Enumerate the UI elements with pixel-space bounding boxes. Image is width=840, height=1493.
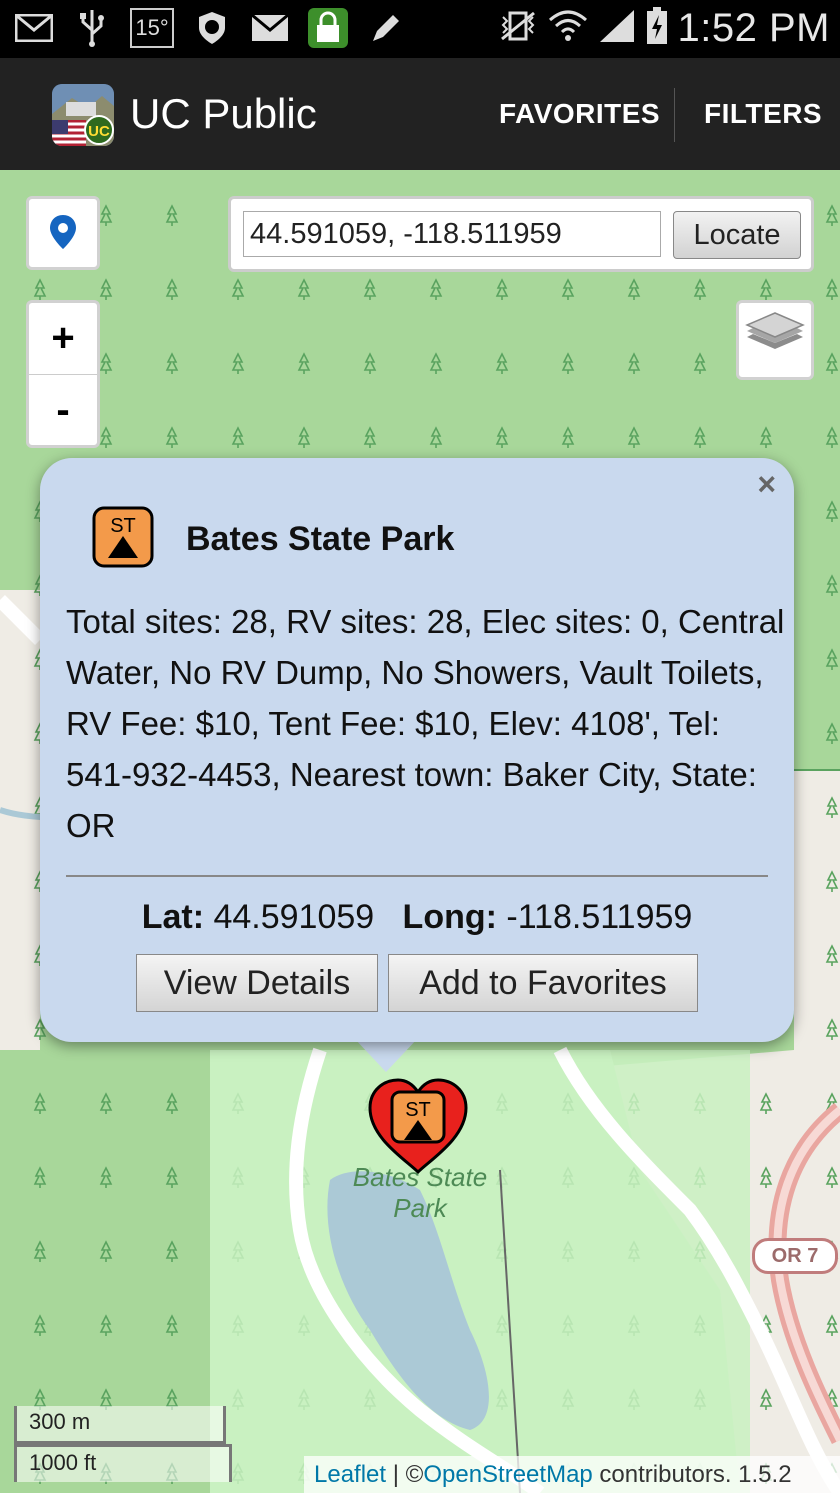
add-to-favorites-button[interactable]: Add to Favorites bbox=[388, 954, 698, 1012]
attribution-separator: | © bbox=[386, 1461, 424, 1488]
road-shield: OR 7 bbox=[752, 1238, 838, 1274]
place-label: Bates State Park bbox=[330, 1162, 510, 1224]
coordinates-input[interactable] bbox=[243, 211, 661, 257]
lat-value: 44.591059 bbox=[213, 898, 375, 936]
lat-label: Lat: bbox=[141, 898, 205, 936]
openstreetmap-link[interactable]: OpenStreetMap bbox=[423, 1461, 592, 1488]
svg-text:UC: UC bbox=[88, 123, 110, 140]
usb-icon bbox=[72, 8, 112, 48]
zoom-control: + - bbox=[26, 300, 100, 448]
temperature-value: 15° bbox=[135, 15, 169, 40]
popup-icon-text: ST bbox=[110, 515, 136, 537]
wifi-icon bbox=[548, 8, 588, 49]
zoom-in-button[interactable]: + bbox=[29, 303, 97, 374]
zoom-out-button[interactable]: - bbox=[29, 374, 97, 446]
shield-icon bbox=[192, 8, 232, 48]
vibrate-icon bbox=[498, 9, 538, 48]
popup-tip bbox=[354, 1038, 418, 1072]
scale-metric: 300 m bbox=[14, 1406, 226, 1444]
action-divider bbox=[674, 88, 675, 142]
popup-coordinates: Lat: 44.591059 Long: -118.511959 bbox=[40, 898, 794, 937]
layers-button[interactable] bbox=[736, 300, 814, 380]
view-details-button[interactable]: View Details bbox=[136, 954, 378, 1012]
layers-icon bbox=[745, 312, 805, 349]
location-pin-icon bbox=[50, 215, 76, 249]
marker-icon-text: ST bbox=[405, 1099, 431, 1121]
close-icon[interactable]: × bbox=[757, 466, 776, 503]
temperature-icon: 15° bbox=[130, 8, 174, 48]
long-value: -118.511959 bbox=[506, 898, 693, 936]
clock: 1:52 PM bbox=[677, 6, 830, 50]
vpn-lock-icon bbox=[308, 8, 348, 48]
place-label-line2: Park bbox=[393, 1193, 447, 1223]
my-location-button[interactable] bbox=[26, 196, 100, 270]
locate-bar: Locate bbox=[228, 196, 814, 272]
locate-button[interactable]: Locate bbox=[673, 211, 801, 259]
gmail-icon bbox=[250, 8, 290, 48]
heart-marker-icon: ST bbox=[368, 1078, 468, 1175]
status-bar: 15° 1:52 PM bbox=[0, 0, 840, 58]
long-label: Long: bbox=[402, 898, 497, 936]
filters-button[interactable]: FILTERS bbox=[704, 98, 822, 130]
popup-title: Bates State Park bbox=[186, 520, 455, 558]
scale-imperial: 1000 ft bbox=[14, 1444, 232, 1482]
leaflet-link[interactable]: Leaflet bbox=[314, 1461, 386, 1488]
attribution-suffix: contributors. 1.5.2 bbox=[592, 1461, 792, 1488]
popup-divider bbox=[66, 875, 768, 877]
signal-icon bbox=[598, 8, 636, 49]
app-logo-icon[interactable]: UC bbox=[52, 84, 114, 146]
app-bar: UC UC Public FAVORITES FILTERS bbox=[0, 58, 840, 172]
battery-icon bbox=[646, 7, 668, 50]
pencil-icon bbox=[366, 8, 406, 48]
map-attribution: Leaflet | ©OpenStreetMap contributors. 1… bbox=[304, 1456, 840, 1493]
campground-popup: × ST Bates State Park Total sites: 28, R… bbox=[40, 458, 794, 1042]
map-view[interactable]: Locate + - OR 7 ST Bates State Park × bbox=[0, 170, 840, 1493]
popup-description: Total sites: 28, RV sites: 28, Elec site… bbox=[66, 603, 785, 844]
mail-icon bbox=[14, 8, 54, 48]
favorites-button[interactable]: FAVORITES bbox=[499, 98, 660, 130]
place-label-line1: Bates State bbox=[352, 1162, 488, 1192]
campground-marker[interactable]: ST bbox=[366, 1076, 470, 1176]
state-park-icon: ST bbox=[92, 506, 154, 568]
app-title: UC Public bbox=[130, 90, 317, 137]
